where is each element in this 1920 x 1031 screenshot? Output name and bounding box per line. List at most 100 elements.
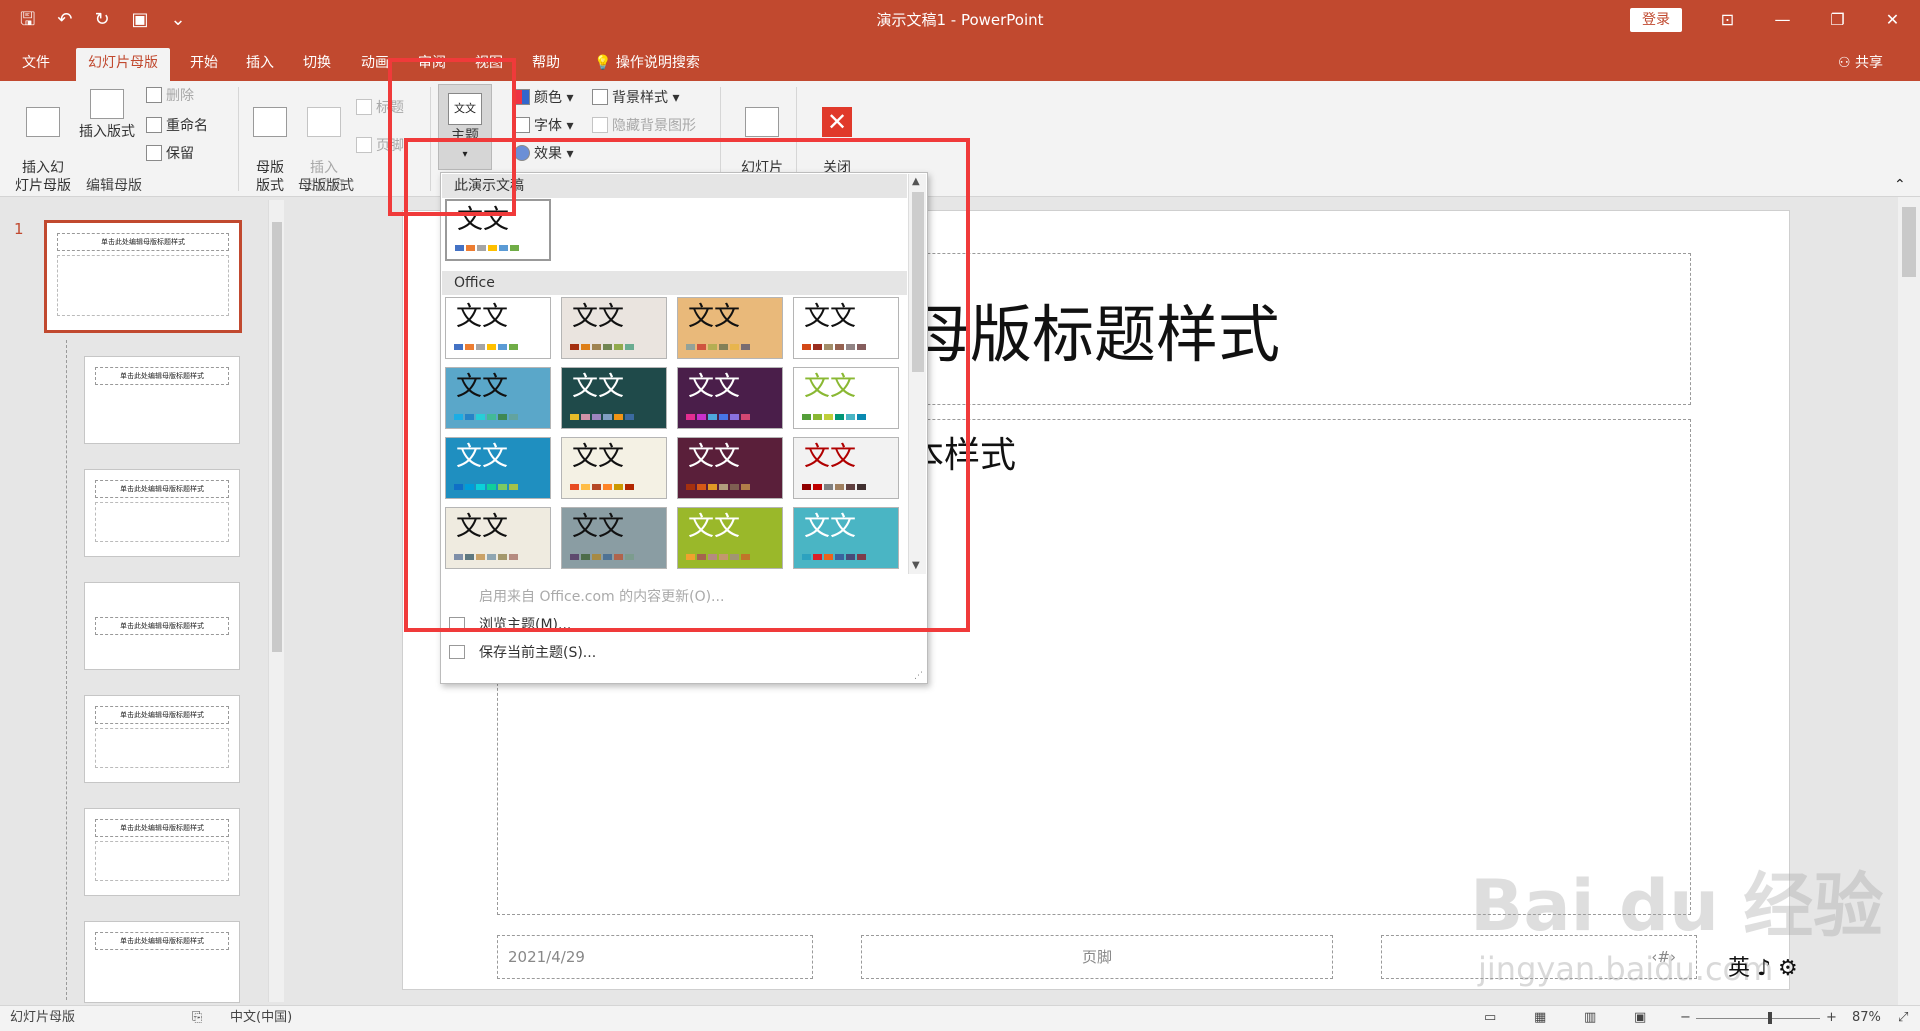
- fonts-label: 字体: [534, 118, 562, 134]
- hide-background-checkbox[interactable]: 隐藏背景图形: [592, 117, 696, 135]
- layout-thumbnail[interactable]: 单击此处编辑母版标题样式: [84, 808, 240, 896]
- restore-icon[interactable]: ❐: [1810, 0, 1865, 40]
- insert-slide-master-label: 插入幻 灯片母版: [15, 160, 71, 194]
- delete-icon: [146, 87, 162, 103]
- tab-animations[interactable]: 动画: [361, 48, 389, 81]
- palette-icon: [514, 89, 530, 105]
- scrollbar-thumb[interactable]: [1902, 207, 1916, 277]
- checkbox-icon: [356, 137, 372, 153]
- status-bar: 幻灯片母版 ⎘ 中文(中国) ▭ ▦ ▥ ▣ − + 87% ⤢: [0, 1005, 1920, 1031]
- master-layout-button[interactable]: 母版 版式: [246, 89, 294, 195]
- preserve-button[interactable]: 保留: [146, 145, 194, 163]
- person-icon: ⚇: [1838, 55, 1856, 71]
- master-layout-group-label: 母版版式: [298, 178, 354, 194]
- thumbnail-title: 单击此处编辑母版标题样式: [57, 233, 229, 251]
- placeholder-icon: [307, 107, 341, 137]
- date-placeholder[interactable]: 2021/4/29: [497, 935, 813, 979]
- chevron-down-icon: ▾: [566, 90, 574, 106]
- thumbnail-title: 单击此处编辑母版标题样式: [95, 367, 229, 385]
- checkbox-icon: [592, 117, 608, 133]
- baidu-watermark: Bai du 经验: [1470, 865, 1884, 947]
- tab-insert[interactable]: 插入: [246, 48, 274, 81]
- footer-placeholder[interactable]: 页脚: [861, 935, 1333, 979]
- font-icon: [514, 117, 530, 133]
- rename-icon: [146, 117, 162, 133]
- scrollbar-thumb[interactable]: [272, 222, 282, 652]
- checkbox-icon: [356, 99, 372, 115]
- layout-icon: [90, 89, 124, 119]
- thumbnail-title: 单击此处编辑母版标题样式: [95, 819, 229, 837]
- ribbon-display-icon[interactable]: ⊡: [1700, 0, 1755, 40]
- preserve-label: 保留: [166, 146, 194, 162]
- zoom-in-icon[interactable]: +: [1826, 1006, 1837, 1030]
- tab-file[interactable]: 文件: [22, 48, 50, 81]
- edit-master-group-label: 编辑母版: [86, 178, 142, 194]
- share-label: 共享: [1855, 55, 1884, 71]
- resize-grip-icon[interactable]: ⋰: [914, 671, 923, 681]
- delete-button[interactable]: 删除: [146, 87, 194, 105]
- zoom-out-icon[interactable]: −: [1680, 1006, 1691, 1030]
- slide-size-icon: [745, 107, 779, 137]
- spelling-icon[interactable]: ⎘: [192, 1006, 202, 1030]
- chevron-down-icon: ▾: [672, 90, 680, 106]
- save-theme-icon: [449, 645, 465, 659]
- pin-icon: [146, 145, 162, 161]
- background-styles-label: 背景样式: [612, 90, 668, 106]
- thumbnails-scrollbar[interactable]: [268, 200, 284, 1002]
- tab-slide-master[interactable]: 幻灯片母版: [76, 48, 170, 81]
- thumbnail-body: [95, 728, 229, 768]
- highlight-theme-gallery: [404, 138, 970, 632]
- slide-number: 1: [14, 220, 24, 238]
- editor-scrollbar[interactable]: [1898, 197, 1920, 1005]
- zoom-level[interactable]: 87%: [1852, 1006, 1881, 1030]
- fit-to-window-icon[interactable]: ⤢: [1898, 1006, 1908, 1030]
- group-separator: [238, 87, 239, 191]
- fonts-button[interactable]: 字体 ▾: [514, 117, 573, 135]
- language-label[interactable]: 中文(中国): [230, 1006, 292, 1030]
- close-icon: ✕: [822, 107, 852, 137]
- thumbnail-body: [57, 255, 229, 316]
- slide-master-icon: [26, 107, 60, 137]
- tab-home[interactable]: 开始: [190, 48, 218, 81]
- layout-thumbnail[interactable]: 单击此处编辑母版标题样式: [84, 582, 240, 670]
- tab-help[interactable]: 帮助: [532, 48, 560, 81]
- tab-transitions[interactable]: 切换: [303, 48, 331, 81]
- thumbnail-body: [95, 841, 229, 881]
- zoom-slider-thumb[interactable]: [1768, 1012, 1772, 1024]
- save-theme-label: 保存当前主题(S)...: [479, 645, 597, 661]
- zoom-slider[interactable]: [1696, 1012, 1820, 1024]
- colors-button[interactable]: 颜色 ▾: [514, 89, 573, 107]
- ime-indicator[interactable]: 英 ♪ ⚙: [1728, 950, 1798, 982]
- slide-sorter-icon[interactable]: ▦: [1534, 1006, 1546, 1030]
- chevron-down-icon: ▾: [566, 118, 574, 134]
- save-theme-item[interactable]: 保存当前主题(S)...: [449, 643, 596, 663]
- master-layout-icon: [253, 107, 287, 137]
- thumbnail-body: [95, 502, 229, 542]
- layout-connector: [66, 340, 67, 1000]
- login-button[interactable]: 登录: [1630, 8, 1682, 32]
- colors-label: 颜色: [534, 90, 562, 106]
- thumbnail-title: 单击此处编辑母版标题样式: [95, 932, 229, 950]
- normal-view-icon[interactable]: ▭: [1484, 1006, 1496, 1030]
- minimize-icon[interactable]: —: [1755, 0, 1810, 40]
- master-layout-label: 母版 版式: [256, 160, 284, 194]
- insert-layout-button[interactable]: 插入版式: [76, 89, 138, 141]
- insert-slide-master-button[interactable]: 插入幻 灯片母版: [8, 89, 78, 195]
- slide-thumbnail[interactable]: 单击此处编辑母版标题样式: [44, 220, 242, 333]
- layout-thumbnail[interactable]: 单击此处编辑母版标题样式: [84, 469, 240, 557]
- tell-me-search[interactable]: 💡 操作说明搜索: [594, 48, 700, 81]
- thumbnail-title: 单击此处编辑母版标题样式: [95, 706, 229, 724]
- close-icon[interactable]: ✕: [1865, 0, 1920, 40]
- layout-thumbnail[interactable]: 单击此处编辑母版标题样式: [84, 356, 240, 444]
- view-mode-label: 幻灯片母版: [10, 1010, 76, 1025]
- insert-layout-label: 插入版式: [79, 124, 135, 140]
- layout-thumbnail[interactable]: 单击此处编辑母版标题样式: [84, 695, 240, 783]
- tell-me-label: 操作说明搜索: [615, 55, 700, 71]
- share-button[interactable]: ⚇ 共享: [1838, 48, 1883, 78]
- rename-button[interactable]: 重命名: [146, 117, 208, 135]
- slideshow-icon[interactable]: ▣: [1634, 1006, 1646, 1030]
- layout-thumbnail[interactable]: 单击此处编辑母版标题样式: [84, 921, 240, 1003]
- collapse-ribbon-icon[interactable]: ⌃: [1894, 177, 1906, 193]
- background-styles-button[interactable]: 背景样式 ▾: [592, 89, 679, 107]
- reading-view-icon[interactable]: ▥: [1584, 1006, 1596, 1030]
